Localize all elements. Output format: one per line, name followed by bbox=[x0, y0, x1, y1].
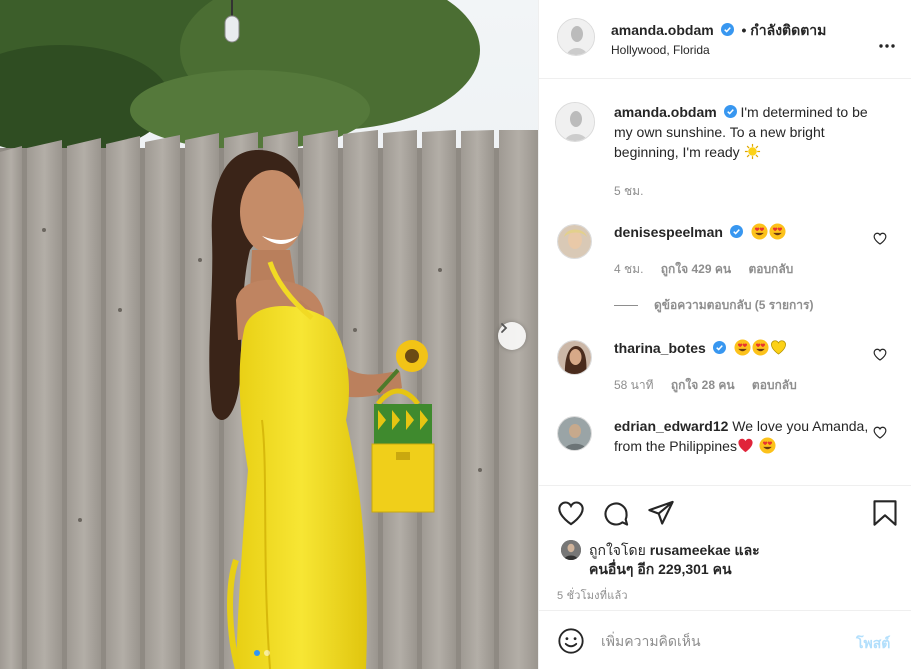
comment-likes[interactable]: ถูกใจ 28 คน bbox=[671, 378, 735, 392]
avatar-image bbox=[558, 19, 594, 55]
avatar-image bbox=[558, 417, 591, 450]
verified-badge-icon bbox=[723, 105, 737, 118]
avatar-image bbox=[558, 341, 591, 374]
author-username[interactable]: amanda.obdam bbox=[611, 22, 714, 38]
avatar-image bbox=[558, 225, 591, 258]
caption-text: amanda.obdam I'm determined to be my own… bbox=[614, 102, 879, 162]
view-replies-label: ดูข้อความตอบกลับ (5 รายการ) bbox=[654, 298, 814, 312]
comment-reply-button[interactable]: ตอบกลับ bbox=[748, 262, 793, 276]
comment-likes[interactable]: ถูกใจ 429 คน bbox=[661, 262, 731, 276]
caption: amanda.obdam I'm determined to be my own… bbox=[555, 102, 895, 202]
like-button[interactable] bbox=[557, 500, 585, 529]
follow-status[interactable]: • กำลังติดตาม bbox=[741, 22, 826, 38]
commenter-avatar[interactable] bbox=[557, 224, 592, 259]
save-button[interactable] bbox=[872, 499, 898, 530]
heart-eyes-emoji-icon bbox=[752, 339, 769, 356]
more-dots-icon bbox=[879, 44, 895, 48]
liked-by-line: ถูกใจโดย rusameekae และ bbox=[589, 540, 760, 560]
speech-bubble-icon bbox=[604, 502, 629, 526]
bookmark-icon bbox=[873, 500, 897, 526]
post-photo[interactable] bbox=[0, 0, 538, 669]
comment-username[interactable]: denisespeelman bbox=[614, 224, 723, 240]
comment-input[interactable] bbox=[601, 627, 841, 655]
comment-username[interactable]: edrian_edward12 bbox=[614, 418, 728, 434]
commenter-avatar[interactable] bbox=[557, 416, 592, 451]
more-options-button[interactable] bbox=[878, 36, 896, 52]
yellow-heart-emoji-icon bbox=[770, 340, 786, 355]
carousel-dot-active bbox=[254, 650, 260, 656]
post-header: amanda.obdam • กำลังติดตาม Hollywood, Fl… bbox=[539, 0, 911, 79]
comment-username[interactable]: tharina_botes bbox=[614, 340, 706, 356]
comment-time[interactable]: 4 ชม. bbox=[614, 262, 643, 276]
avatar-image bbox=[556, 103, 594, 141]
caption-time[interactable]: 5 ชม. bbox=[614, 184, 643, 198]
chevron-right-icon bbox=[501, 323, 508, 333]
heart-eyes-emoji-icon bbox=[734, 339, 751, 356]
heart-eyes-emoji-icon bbox=[751, 223, 768, 240]
carousel-dot bbox=[264, 650, 270, 656]
carousel-indicator bbox=[254, 650, 270, 656]
likes-count[interactable]: คนอื่นๆ อีก 229,301 คน bbox=[589, 559, 732, 579]
red-heart-emoji-icon bbox=[738, 438, 753, 453]
verified-badge-icon bbox=[712, 341, 726, 354]
comment-time[interactable]: 58 นาที bbox=[614, 378, 654, 392]
heart-outline-icon bbox=[873, 426, 887, 439]
avatar-image bbox=[561, 540, 581, 560]
sun-emoji-icon bbox=[744, 143, 760, 160]
caption-avatar[interactable] bbox=[555, 102, 595, 142]
heart-eyes-emoji-icon bbox=[769, 223, 786, 240]
carousel-next-button[interactable] bbox=[498, 322, 526, 350]
comment-item: edrian_edward12 We love you Amanda, from… bbox=[555, 416, 895, 485]
comments-section: amanda.obdam I'm determined to be my own… bbox=[539, 80, 911, 485]
replies-divider bbox=[614, 305, 638, 306]
smiley-icon bbox=[558, 628, 584, 654]
heart-outline-icon bbox=[558, 501, 584, 526]
add-comment-bar: โพสต์ bbox=[539, 610, 911, 670]
author-avatar[interactable] bbox=[557, 18, 595, 56]
emoji-picker-button[interactable] bbox=[557, 627, 585, 658]
caption-username[interactable]: amanda.obdam bbox=[614, 104, 717, 120]
caption-meta: 5 ชม. bbox=[614, 182, 657, 201]
comment-item: tharina_botes 58 นาที ถูกใจ 28 คน ตอบกลั… bbox=[555, 338, 895, 418]
header-user-line: amanda.obdam • กำลังติดตาม bbox=[611, 20, 826, 42]
comment-text: tharina_botes bbox=[614, 338, 879, 358]
heart-outline-icon bbox=[873, 232, 887, 245]
comment-text: denisespeelman bbox=[614, 222, 879, 242]
comment-meta: 4 ชม. ถูกใจ 429 คน ตอบกลับ bbox=[614, 260, 807, 279]
liked-by-prefix: ถูกใจโดย bbox=[589, 542, 646, 558]
comment-like-button[interactable] bbox=[873, 426, 887, 442]
comment-button[interactable] bbox=[602, 500, 630, 531]
share-button[interactable] bbox=[647, 500, 675, 529]
commenter-avatar[interactable] bbox=[557, 340, 592, 375]
heart-outline-icon bbox=[873, 348, 887, 361]
post-timestamp[interactable]: 5 ชั่วโมงที่แล้ว bbox=[557, 586, 628, 604]
photo-illustration bbox=[0, 0, 538, 669]
comment-like-button[interactable] bbox=[873, 348, 887, 364]
post-location[interactable]: Hollywood, Florida bbox=[611, 43, 710, 57]
comment-text: edrian_edward12 We love you Amanda, from… bbox=[614, 416, 879, 456]
comment-meta: 58 นาที ถูกใจ 28 คน ตอบกลับ bbox=[614, 376, 811, 395]
liked-by-user[interactable]: rusameekae bbox=[650, 542, 731, 558]
comment-reply-button[interactable]: ตอบกลับ bbox=[752, 378, 797, 392]
paper-plane-icon bbox=[648, 500, 674, 525]
instagram-post-modal: amanda.obdam • กำลังติดตาม Hollywood, Fl… bbox=[0, 0, 911, 669]
post-comment-button[interactable]: โพสต์ bbox=[856, 633, 890, 655]
post-side-panel: amanda.obdam • กำลังติดตาม Hollywood, Fl… bbox=[538, 0, 911, 669]
heart-eyes-emoji-icon bbox=[759, 437, 776, 454]
verified-badge-icon bbox=[720, 23, 734, 36]
liked-by-suffix: และ bbox=[734, 542, 760, 558]
verified-badge-icon bbox=[729, 225, 743, 238]
comment-like-button[interactable] bbox=[873, 232, 887, 248]
liker-avatar[interactable] bbox=[561, 540, 581, 560]
post-actions: ถูกใจโดย rusameekae และ คนอื่นๆ อีก 229,… bbox=[539, 485, 911, 669]
view-replies-button[interactable]: ดูข้อความตอบกลับ (5 รายการ) bbox=[614, 296, 813, 315]
